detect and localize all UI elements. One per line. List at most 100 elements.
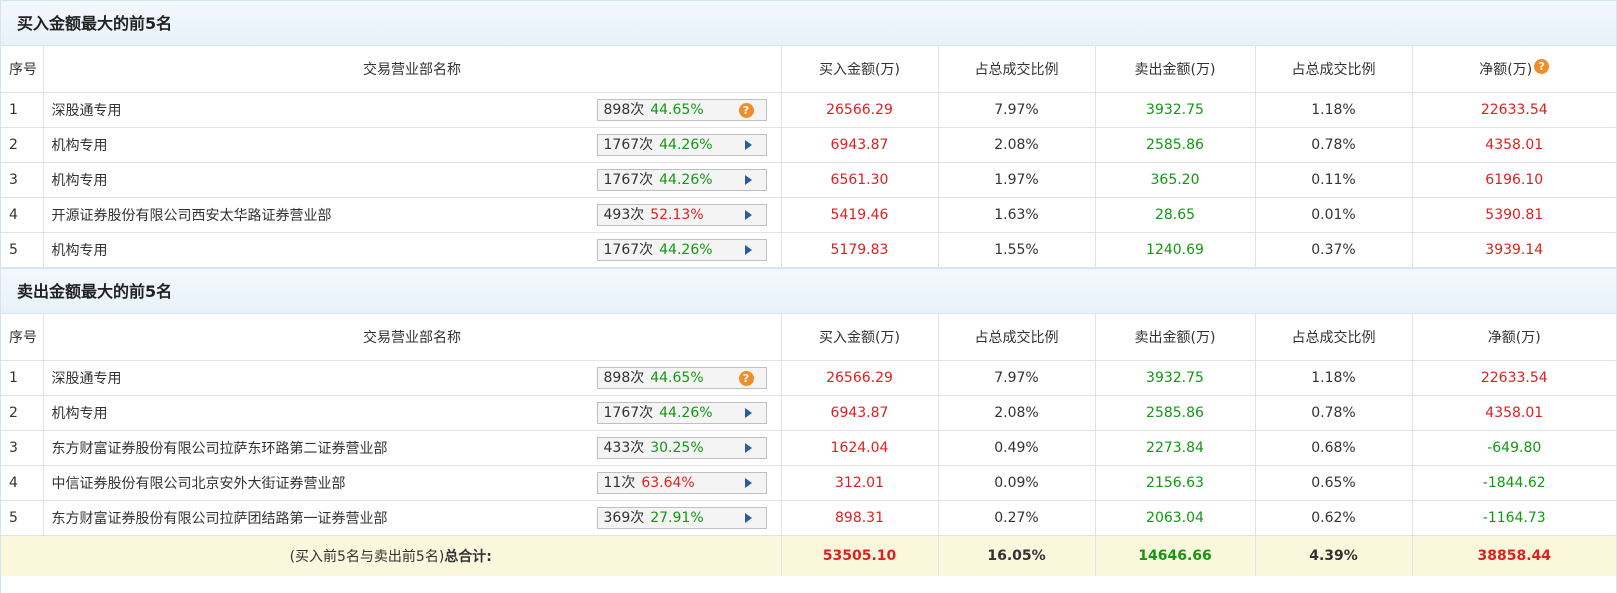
buy-table-body: 1 深股通专用 898次 44.65% ? 26566.29 7.97% 3932… [1,92,1616,268]
branch-win-rate: 44.26% [659,242,713,258]
help-question-icon[interactable]: ? [1534,59,1550,74]
dragon-tiger-list: 买入金额最大的前5名 序号 交易营业部名称 买入金额(万) 占总成交比例 卖出金… [0,0,1617,593]
branch-name-link[interactable]: 中信证券股份有限公司北京安外大街证券营业部 [52,476,346,492]
col-header-buy-ratio[interactable]: 占总成交比例 [938,314,1096,361]
table-row: 3 机构专用 1767次 44.26% 6561.30 1.97% 365.20 … [1,162,1616,198]
row-buy-ratio: 2.08% [938,395,1096,431]
sell-table-header: 序号 交易营业部名称 买入金额(万) 占总成交比例 卖出金额(万) 占总成交比例… [1,314,1616,361]
branch-win-rate: 63.64% [641,475,695,491]
row-buy-amount: 5419.46 [781,197,939,233]
col-header-net-label: 净额(万) [1479,62,1533,78]
row-sell-amount: 2585.86 [1095,395,1256,431]
question-icon[interactable]: ? [738,371,754,386]
arrow-right-icon[interactable] [744,443,752,453]
branch-stats-toggle[interactable]: 898次 44.65% ? [596,367,767,389]
row-seq: 4 [1,465,44,501]
branch-name-link[interactable]: 机构专用 [52,173,108,189]
row-branch-name-cell: 深股通专用 898次 44.65% ? [43,92,782,128]
branch-stats-toggle[interactable]: 1767次 44.26% [596,402,767,424]
row-sell-ratio: 0.65% [1255,465,1413,501]
branch-stats-toggle[interactable]: 11次 63.64% [596,472,767,494]
row-seq: 3 [1,430,44,466]
row-net-amount: 6196.10 [1412,162,1616,198]
arrow-right-icon[interactable] [744,175,752,185]
row-buy-amount: 26566.29 [781,360,939,396]
branch-name-link[interactable]: 深股通专用 [52,103,122,119]
table-row: 1 深股通专用 898次 44.65% ? 26566.29 7.97% 3932… [1,92,1616,128]
row-buy-ratio: 0.49% [938,430,1096,466]
row-net-amount: 5390.81 [1412,197,1616,233]
arrow-right-icon[interactable] [744,140,752,150]
arrow-right-icon[interactable] [744,245,752,255]
branch-win-rate: 52.13% [650,207,704,223]
row-sell-ratio: 0.78% [1255,127,1413,163]
total-label-prefix: (买入前5名与卖出前5名) [289,549,445,565]
table-row: 5 东方财富证券股份有限公司拉萨团结路第一证券营业部 369次 27.91% 89… [1,500,1616,536]
branch-stats-toggle[interactable]: 369次 27.91% [596,507,767,529]
branch-stats-toggle[interactable]: 1767次 44.26% [596,239,767,261]
row-buy-amount: 6943.87 [781,395,939,431]
branch-trade-count: 1767次 [603,137,654,153]
branch-stats-toggle[interactable]: 898次 44.65% ? [596,99,767,121]
row-buy-amount: 6561.30 [781,162,939,198]
branch-name-link[interactable]: 深股通专用 [52,371,122,387]
sell-table-body: 1 深股通专用 898次 44.65% ? 26566.29 7.97% 3932… [1,360,1616,536]
branch-win-rate: 44.26% [659,172,713,188]
branch-stats-toggle[interactable]: 493次 52.13% [596,204,767,226]
arrow-right-icon[interactable] [744,478,752,488]
branch-trade-count: 1767次 [603,405,654,421]
col-header-buy-ratio[interactable]: 占总成交比例 [938,46,1096,93]
col-header-net[interactable]: 净额(万) [1412,314,1616,361]
row-seq: 2 [1,127,44,163]
row-sell-ratio: 0.01% [1255,197,1413,233]
buy-table-header: 序号 交易营业部名称 买入金额(万) 占总成交比例 卖出金额(万) 占总成交比例… [1,46,1616,93]
row-buy-ratio: 7.97% [938,92,1096,128]
row-buy-amount: 898.31 [781,500,939,536]
row-sell-amount: 2156.63 [1095,465,1256,501]
row-branch-name-cell: 东方财富证券股份有限公司拉萨东环路第二证券营业部 433次 30.25% [43,430,782,466]
row-buy-amount: 312.01 [781,465,939,501]
row-net-amount: 4358.01 [1412,395,1616,431]
branch-win-rate: 30.25% [650,440,704,456]
col-header-sell[interactable]: 卖出金额(万) [1095,314,1256,361]
branch-stats-toggle[interactable]: 1767次 44.26% [596,169,767,191]
col-header-buy[interactable]: 买入金额(万) [781,46,939,93]
col-header-buy[interactable]: 买入金额(万) [781,314,939,361]
arrow-right-icon[interactable] [744,513,752,523]
row-sell-amount: 3932.75 [1095,360,1256,396]
row-sell-amount: 2585.86 [1095,127,1256,163]
col-header-name: 交易营业部名称 [43,46,782,93]
row-sell-ratio: 0.37% [1255,232,1413,268]
sell-section-title: 卖出金额最大的前5名 [1,268,1616,314]
arrow-right-icon[interactable] [744,210,752,220]
total-row: (买入前5名与卖出前5名)总合计: 53505.10 16.05% 14646.… [1,535,1616,576]
branch-name-link[interactable]: 机构专用 [52,138,108,154]
table-row: 2 机构专用 1767次 44.26% 6943.87 2.08% 2585.86… [1,127,1616,163]
row-net-amount: -649.80 [1412,430,1616,466]
branch-trade-count: 1767次 [603,172,654,188]
row-seq: 5 [1,232,44,268]
row-sell-ratio: 0.62% [1255,500,1413,536]
col-header-name: 交易营业部名称 [43,314,782,361]
row-sell-amount: 1240.69 [1095,232,1256,268]
row-sell-ratio: 0.78% [1255,395,1413,431]
col-header-sell-ratio[interactable]: 占总成交比例 [1255,314,1413,361]
branch-name-link[interactable]: 东方财富证券股份有限公司拉萨东环路第二证券营业部 [52,441,388,457]
branch-name-link[interactable]: 机构专用 [52,243,108,259]
row-seq: 2 [1,395,44,431]
question-icon[interactable]: ? [738,103,754,118]
col-header-sell[interactable]: 卖出金额(万) [1095,46,1256,93]
row-buy-ratio: 1.63% [938,197,1096,233]
branch-stats-toggle[interactable]: 433次 30.25% [596,437,767,459]
branch-name-link[interactable]: 开源证券股份有限公司西安太华路证券营业部 [52,208,332,224]
total-label-bold: 总合计: [444,549,492,565]
col-header-net[interactable]: 净额(万)? [1412,46,1616,93]
branch-stats-toggle[interactable]: 1767次 44.26% [596,134,767,156]
arrow-right-icon[interactable] [744,408,752,418]
row-sell-amount: 2273.84 [1095,430,1256,466]
row-branch-name-cell: 东方财富证券股份有限公司拉萨团结路第一证券营业部 369次 27.91% [43,500,782,536]
col-header-sell-ratio[interactable]: 占总成交比例 [1255,46,1413,93]
branch-name-link[interactable]: 东方财富证券股份有限公司拉萨团结路第一证券营业部 [52,511,388,527]
branch-name-link[interactable]: 机构专用 [52,406,108,422]
table-row: 4 开源证券股份有限公司西安太华路证券营业部 493次 52.13% 5419.4… [1,197,1616,233]
